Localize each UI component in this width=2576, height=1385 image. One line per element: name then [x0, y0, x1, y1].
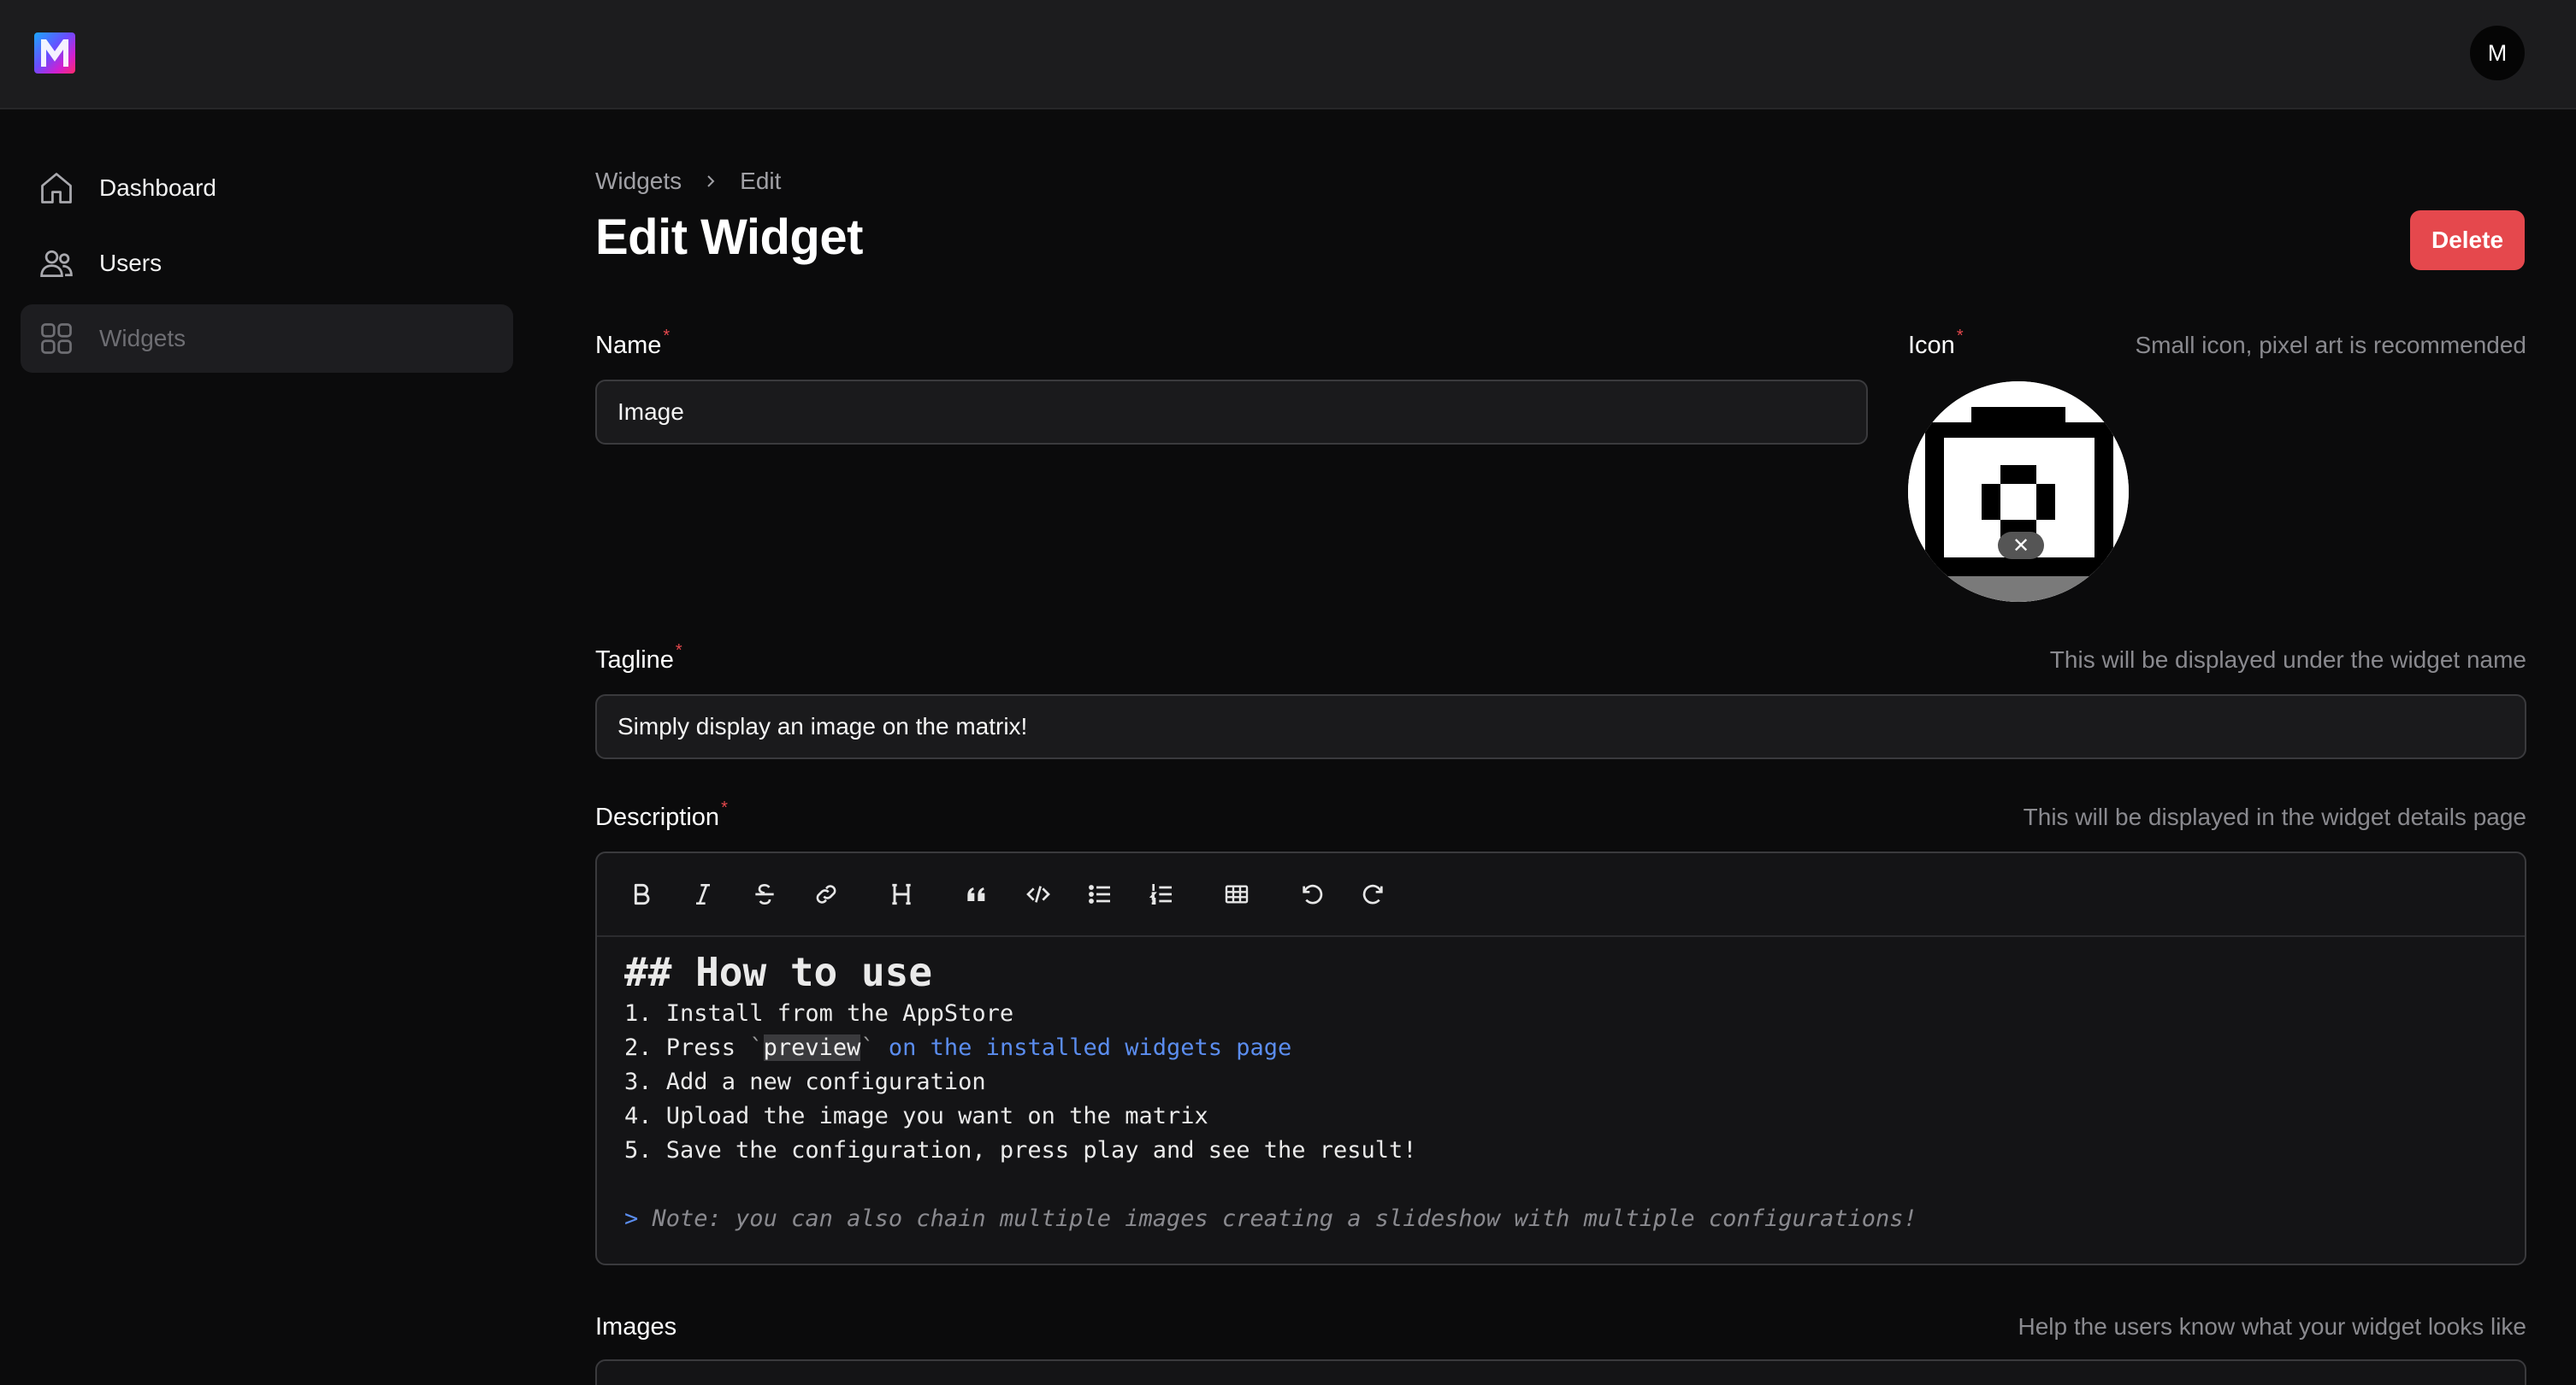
- sidebar-item-label: Widgets: [99, 325, 186, 351]
- redo-icon[interactable]: [1355, 875, 1392, 913]
- bullet-list-icon[interactable]: [1081, 875, 1119, 913]
- description-hint: This will be displayed in the widget det…: [2023, 804, 2526, 830]
- icon-preview[interactable]: [1908, 381, 2129, 602]
- undo-icon[interactable]: [1293, 875, 1331, 913]
- link-icon[interactable]: [807, 875, 845, 913]
- quote-marker: >: [624, 1205, 639, 1232]
- required-marker: *: [663, 327, 671, 345]
- images-dropzone[interactable]: [595, 1359, 2526, 1385]
- code-icon[interactable]: [1019, 875, 1057, 913]
- strikethrough-icon[interactable]: [746, 875, 783, 913]
- sidebar-item-label: Users: [99, 250, 162, 276]
- inline-code: preview: [763, 1034, 861, 1061]
- editor-toolbar: [597, 853, 2525, 937]
- table-icon[interactable]: [1218, 875, 1256, 913]
- sidebar-item-dashboard[interactable]: Dashboard: [21, 154, 513, 222]
- images-hint: Help the users know what your widget loo…: [2018, 1313, 2526, 1340]
- page-title: Edit Widget: [595, 209, 863, 265]
- home-icon: [38, 169, 75, 207]
- code-tick: `: [860, 1034, 875, 1061]
- markdown-line-2-prefix: 2. Press: [624, 1034, 750, 1061]
- top-bar: M: [0, 0, 2576, 109]
- required-marker: *: [721, 799, 728, 817]
- italic-icon[interactable]: [684, 875, 722, 913]
- markdown-line-1: 1. Install from the AppStore: [624, 1000, 1014, 1027]
- markdown-heading: ## How to use: [624, 949, 933, 995]
- name-label: Name *: [595, 327, 671, 359]
- breadcrumb-item-widgets[interactable]: Widgets: [595, 168, 682, 195]
- user-avatar[interactable]: M: [2470, 26, 2525, 80]
- breadcrumb: Widgets Edit: [595, 164, 781, 198]
- grid-icon: [38, 320, 75, 357]
- delete-button[interactable]: Delete: [2410, 210, 2525, 270]
- markdown-quote: Note: you can also chain multiple images…: [638, 1205, 1917, 1232]
- description-editor[interactable]: ## How to use 1. Install from the AppStor…: [595, 852, 2526, 1265]
- code-tick: `: [749, 1034, 764, 1061]
- editor-content[interactable]: ## How to use 1. Install from the AppStor…: [624, 951, 2497, 1236]
- markdown-line-2-suffix: on the installed widgets page: [874, 1034, 1292, 1061]
- sidebar-item-widgets[interactable]: Widgets: [21, 304, 513, 373]
- tagline-input[interactable]: Simply display an image on the matrix!: [595, 694, 2526, 759]
- app-logo[interactable]: [34, 32, 75, 74]
- required-marker: *: [675, 641, 682, 660]
- heading-icon[interactable]: [883, 875, 920, 913]
- clear-icon-button[interactable]: ✕: [1998, 532, 2044, 559]
- sidebar: Dashboard Users Widgets: [21, 154, 513, 380]
- sidebar-item-label: Dashboard: [99, 174, 216, 201]
- description-label: Description *: [595, 799, 728, 831]
- icon-hint: Small icon, pixel art is recommended: [2135, 332, 2526, 358]
- tagline-label: Tagline *: [595, 641, 682, 674]
- markdown-line-4: 4. Upload the image you want on the matr…: [624, 1103, 1208, 1129]
- camera-pixel-icon: [1908, 381, 2129, 602]
- markdown-line-3: 3. Add a new configuration: [624, 1069, 986, 1095]
- bold-icon[interactable]: [623, 875, 660, 913]
- users-icon: [38, 245, 75, 282]
- name-input[interactable]: Image: [595, 380, 1868, 445]
- close-icon: ✕: [2012, 533, 2030, 557]
- sidebar-item-users[interactable]: Users: [21, 229, 513, 298]
- quote-icon[interactable]: [958, 875, 996, 913]
- logo-m-icon: [41, 39, 68, 67]
- markdown-line-5: 5. Save the configuration, press play an…: [624, 1137, 1417, 1164]
- images-label: Images: [595, 1313, 677, 1341]
- tagline-hint: This will be displayed under the widget …: [2049, 646, 2526, 673]
- chevron-right-icon: [702, 173, 719, 190]
- ordered-list-icon[interactable]: [1143, 875, 1180, 913]
- breadcrumb-item-edit: Edit: [740, 168, 782, 194]
